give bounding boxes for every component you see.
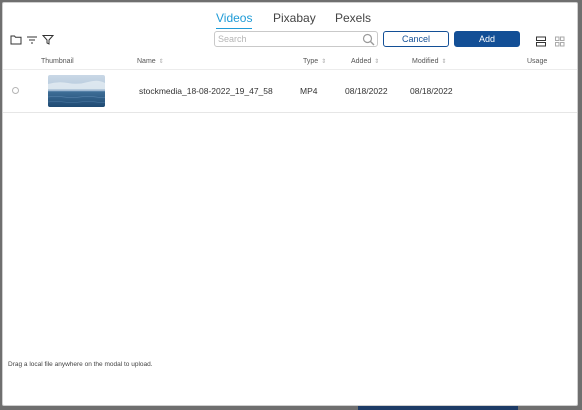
row-type: MP4 [300,86,318,96]
tab-pexels[interactable]: Pexels [335,11,371,25]
tab-videos[interactable]: Videos [216,11,253,29]
upload-hint: Drag a local file anywhere on the modal … [8,361,153,368]
tab-pixabay[interactable]: Pixabay [273,11,316,25]
sort-icon: ⇕ [321,59,327,65]
column-header-thumbnail: Thumbnail [41,58,74,65]
column-header-added[interactable]: Added ⇕ [351,58,379,65]
sort-icon: ⇕ [158,59,164,65]
sort-lines-icon[interactable] [26,34,38,48]
cancel-button[interactable]: Cancel [383,31,449,47]
column-header-usage: Usage [527,58,548,65]
column-header-type[interactable]: Type ⇕ [303,58,326,65]
media-modal: Videos Pixabay Pexels Search Cancel Add … [2,2,578,406]
sort-icon: ⇕ [374,59,380,65]
add-button[interactable]: Add [454,31,520,47]
background-strip [358,406,518,410]
row-select-radio[interactable] [12,87,19,94]
search-box [214,31,378,47]
row-added: 08/18/2022 [345,86,388,96]
search-icon[interactable] [362,33,375,51]
table-row[interactable]: stockmedia_18-08-2022_19_47_58 MP4 08/18… [3,70,577,113]
folder-icon[interactable] [10,34,22,48]
video-thumbnail[interactable] [48,75,105,107]
sort-icon: ⇕ [441,59,447,65]
column-header-modified[interactable]: Modified ⇕ [412,58,447,65]
row-modified: 08/18/2022 [410,86,453,96]
search-input[interactable] [218,33,356,45]
grid-view-icon[interactable] [555,34,565,52]
filter-icon[interactable] [42,34,54,48]
source-tabs: Videos Pixabay Pexels [3,11,577,31]
column-header-name[interactable]: Name ⇕ [137,58,164,65]
toolbar-icons [10,34,54,48]
list-view-icon[interactable] [536,34,546,52]
row-name: stockmedia_18-08-2022_19_47_58 [139,86,273,96]
